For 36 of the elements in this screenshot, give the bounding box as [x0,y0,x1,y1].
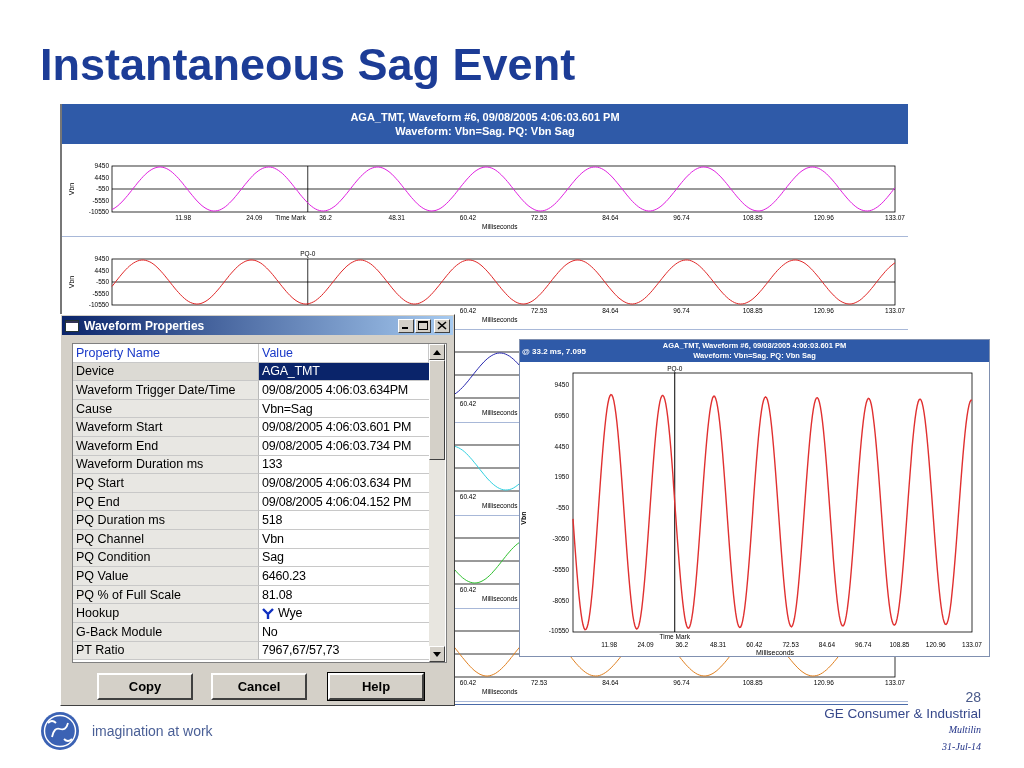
dialog-button[interactable]: Copy [97,673,193,700]
value-text: Wye [278,606,303,621]
cursor-readout: @ 33.2 ms, 7.095 [522,347,586,357]
dialog-button[interactable]: Help [328,673,424,700]
slide-date: 31-Jul-14 [942,740,981,754]
property-name-cell[interactable]: Waveform Start [73,418,259,437]
slide-title: Instantaneous Sag Event [40,40,576,90]
wye-icon [262,607,274,619]
column-header: Property Name [73,344,259,363]
scrollbar[interactable] [429,344,445,662]
property-name-cell[interactable]: Waveform Trigger Date/Time [73,381,259,400]
property-name-cell[interactable]: Hookup [73,604,259,623]
dialog-button[interactable]: Cancel [211,673,307,700]
down-arrow-icon [433,651,441,657]
scroll-up-button[interactable] [429,344,445,360]
round-logo-icon [40,711,80,751]
up-arrow-icon [433,349,441,355]
property-name-cell[interactable]: PQ Value [73,567,259,586]
scroll-thumb[interactable] [429,360,445,460]
property-name-cell[interactable]: PQ Start [73,474,259,493]
window-icon [65,319,79,332]
scroll-down-button[interactable] [429,646,445,662]
close-button[interactable] [434,318,450,333]
maximize-icon [418,321,428,330]
tagline: imagination at work [92,723,213,739]
property-name-cell[interactable]: PQ Duration ms [73,511,259,530]
page-number: 28 [965,689,981,705]
header-text: AGA_TMT, Waveform #6, 09/08/2005 4:06:03.601 PM [350,111,620,123]
window-title: Waveform Properties [84,318,205,333]
header-text: Waveform: Vbn=Sag. PQ: Vbn Sag [395,125,575,137]
division-name: Multilin [948,723,981,737]
company-name: GE Consumer & Industrial [824,706,981,721]
maximize-button[interactable] [415,318,431,333]
close-icon [437,321,447,330]
minimize-button[interactable] [398,318,414,333]
column-header: Value [259,344,429,363]
